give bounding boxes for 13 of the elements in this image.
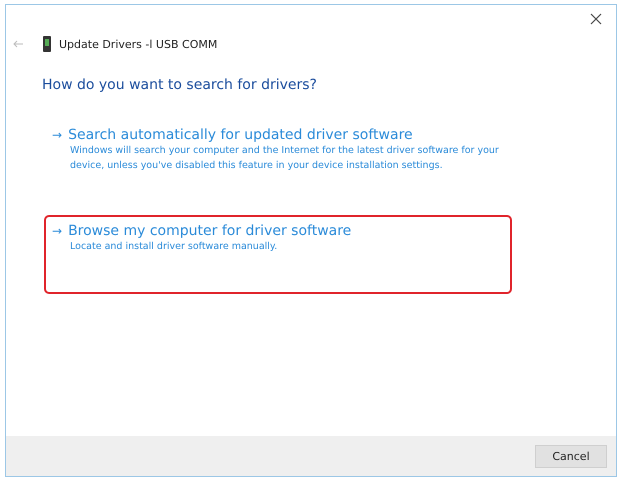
option-description: Locate and install driver software manually. <box>70 240 278 254</box>
option-link[interactable]: Browse my computer for driver software <box>68 223 352 239</box>
back-arrow-icon[interactable] <box>13 40 23 48</box>
arrow-glyph: → <box>52 128 62 142</box>
close-icon[interactable] <box>590 13 602 25</box>
option-link[interactable]: Search automatically for updated driver software <box>68 127 413 143</box>
option-description: Windows will search your computer and the Internet for the latest driver software for your device, unless you've disabled this feature in your device installation settings. <box>70 144 500 173</box>
device-icon <box>43 36 51 52</box>
arrow-glyph: → <box>52 224 62 238</box>
window-title: Update Drivers -l USB COMM <box>59 38 218 50</box>
cancel-button[interactable]: Cancel <box>535 444 607 468</box>
dialog-heading: How do you want to search for drivers? <box>42 77 318 93</box>
highlighted-option[interactable]: → Browse my computer for driver software Locate and install driver software manually. <box>44 215 512 294</box>
